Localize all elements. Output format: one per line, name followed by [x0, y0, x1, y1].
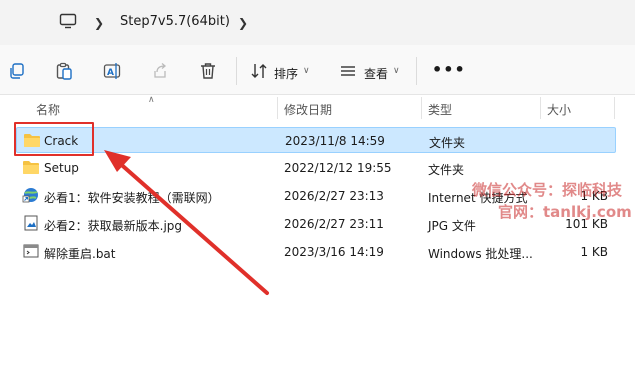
annotation-arrow [104, 150, 269, 295]
